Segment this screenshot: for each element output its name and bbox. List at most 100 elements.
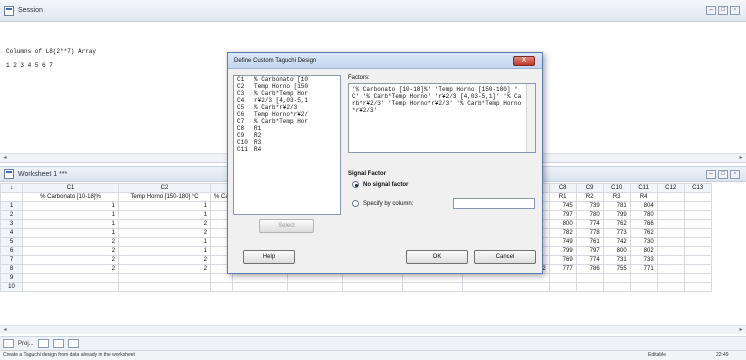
column-name-cell[interactable]: R3	[602, 192, 631, 202]
list-item[interactable]: C6 Temp Horno*r¥2/	[234, 111, 340, 118]
worksheet-cell[interactable]	[286, 282, 343, 292]
restore-button[interactable]: ▫	[730, 170, 740, 179]
worksheet-cell[interactable]	[341, 273, 403, 283]
worksheet-cell[interactable]: 733	[629, 255, 658, 265]
minimize-button[interactable]: –	[706, 170, 716, 179]
worksheet-cell[interactable]	[683, 273, 712, 283]
worksheet-cell[interactable]: 800	[602, 246, 631, 256]
list-item[interactable]: C11 R4	[234, 146, 340, 153]
worksheet-horizontal-scrollbar[interactable]: ◂ ▸	[0, 325, 746, 334]
worksheet-cell[interactable]	[683, 219, 712, 229]
scroll-right-icon[interactable]: ▸	[737, 155, 745, 162]
specify-column-radio[interactable]: Specify by column:	[352, 200, 413, 207]
worksheet-cell[interactable]	[656, 219, 685, 229]
list-item[interactable]: C9 R2	[234, 132, 340, 139]
worksheet-cell[interactable]: 742	[602, 237, 631, 247]
worksheet-cell[interactable]	[22, 273, 119, 283]
worksheet-cell[interactable]: 1	[22, 219, 119, 229]
worksheet-cell[interactable]	[656, 228, 685, 238]
worksheet-cell[interactable]: 780	[629, 210, 658, 220]
worksheet-cell[interactable]	[210, 273, 233, 283]
worksheet-cell[interactable]	[401, 273, 463, 283]
cancel-button[interactable]: Cancel	[474, 250, 536, 264]
worksheet-cell[interactable]	[341, 282, 403, 292]
worksheet-cell[interactable]: 2	[118, 255, 211, 265]
worksheet-cell[interactable]	[656, 282, 685, 292]
worksheet-cell[interactable]	[683, 228, 712, 238]
worksheet-cell[interactable]	[683, 237, 712, 247]
worksheet-cell[interactable]	[548, 273, 577, 283]
row-number[interactable]: 1	[0, 201, 23, 211]
worksheet-cell[interactable]	[683, 246, 712, 256]
worksheet-cell[interactable]	[629, 273, 658, 283]
scroll-left-icon[interactable]: ◂	[1, 327, 9, 334]
column-header[interactable]: C12	[656, 183, 685, 193]
worksheet-cell[interactable]: 799	[548, 246, 577, 256]
worksheet-cell[interactable]	[629, 282, 658, 292]
row-number[interactable]: 2	[0, 210, 23, 220]
worksheet-cell[interactable]: 771	[629, 264, 658, 274]
worksheet-cell[interactable]: 780	[575, 210, 604, 220]
worksheet-cell[interactable]	[401, 282, 463, 292]
signal-column-input[interactable]	[453, 198, 535, 209]
row-number[interactable]: 7	[0, 255, 23, 265]
worksheet-cell[interactable]	[683, 282, 712, 292]
project-manager-icon[interactable]	[3, 339, 14, 348]
worksheet-cell[interactable]: 761	[575, 237, 604, 247]
worksheet-cell[interactable]	[286, 273, 343, 283]
factors-scrollbar[interactable]	[526, 84, 535, 152]
row-number[interactable]: 10	[0, 282, 23, 292]
minimized-window-icon[interactable]	[52, 339, 64, 348]
list-item[interactable]: C7 % Carb*Temp Hor	[234, 118, 340, 125]
worksheet-cell[interactable]	[548, 282, 577, 292]
worksheet-cell[interactable]: 1	[118, 210, 211, 220]
list-item[interactable]: C5 % Carb*r¥2/3	[234, 104, 340, 111]
worksheet-cell[interactable]: 1	[22, 228, 119, 238]
worksheet-cell[interactable]	[118, 273, 211, 283]
column-header[interactable]: C9	[575, 183, 604, 193]
worksheet-cell[interactable]: 745	[548, 201, 577, 211]
worksheet-cell[interactable]	[683, 201, 712, 211]
worksheet-cell[interactable]: 1	[22, 201, 119, 211]
select-button[interactable]: Select	[259, 219, 314, 233]
worksheet-cell[interactable]	[656, 237, 685, 247]
worksheet-cell[interactable]	[118, 282, 211, 292]
worksheet-cell[interactable]: 2	[22, 255, 119, 265]
column-header[interactable]: C8	[548, 183, 577, 193]
worksheet-cell[interactable]	[231, 282, 288, 292]
corner-arrow[interactable]: ↓	[0, 183, 23, 193]
worksheet-cell[interactable]: 762	[629, 228, 658, 238]
column-name-cell[interactable]: % Carbonato [10-18]%	[22, 192, 119, 202]
worksheet-cell[interactable]: 2	[118, 264, 211, 274]
worksheet-cell[interactable]	[683, 255, 712, 265]
row-number[interactable]: 4	[0, 228, 23, 238]
worksheet-cell[interactable]: 800	[548, 219, 577, 229]
worksheet-cell[interactable]: 730	[629, 237, 658, 247]
worksheet-cell[interactable]: 782	[548, 228, 577, 238]
worksheet-cell[interactable]: 762	[602, 219, 631, 229]
column-name-cell[interactable]: R2	[575, 192, 604, 202]
worksheet-cell[interactable]: 778	[575, 228, 604, 238]
row-number[interactable]: 5	[0, 237, 23, 247]
worksheet-cell[interactable]: 2	[22, 246, 119, 256]
worksheet-cell[interactable]	[575, 282, 604, 292]
worksheet-cell[interactable]: 774	[575, 219, 604, 229]
worksheet-cell[interactable]: 777	[548, 264, 577, 274]
worksheet-cell[interactable]: 774	[575, 255, 604, 265]
maximize-button[interactable]: □	[718, 6, 728, 15]
column-header[interactable]: C1	[22, 183, 119, 193]
worksheet-cell[interactable]	[602, 282, 631, 292]
no-signal-radio[interactable]: No signal factor	[352, 181, 408, 188]
worksheet-cell[interactable]: 769	[548, 255, 577, 265]
worksheet-cell[interactable]: 773	[602, 228, 631, 238]
worksheet-cell[interactable]: 766	[629, 219, 658, 229]
minimize-button[interactable]: –	[706, 6, 716, 15]
worksheet-cell[interactable]: 802	[629, 246, 658, 256]
row-number[interactable]: 8	[0, 264, 23, 274]
worksheet-cell[interactable]: 2	[22, 237, 119, 247]
project-manager-label[interactable]: Proj...	[18, 341, 34, 347]
worksheet-cell[interactable]: 1	[118, 246, 211, 256]
worksheet-cell[interactable]	[22, 282, 119, 292]
worksheet-cell[interactable]	[683, 210, 712, 220]
worksheet-cell[interactable]: 731	[602, 255, 631, 265]
